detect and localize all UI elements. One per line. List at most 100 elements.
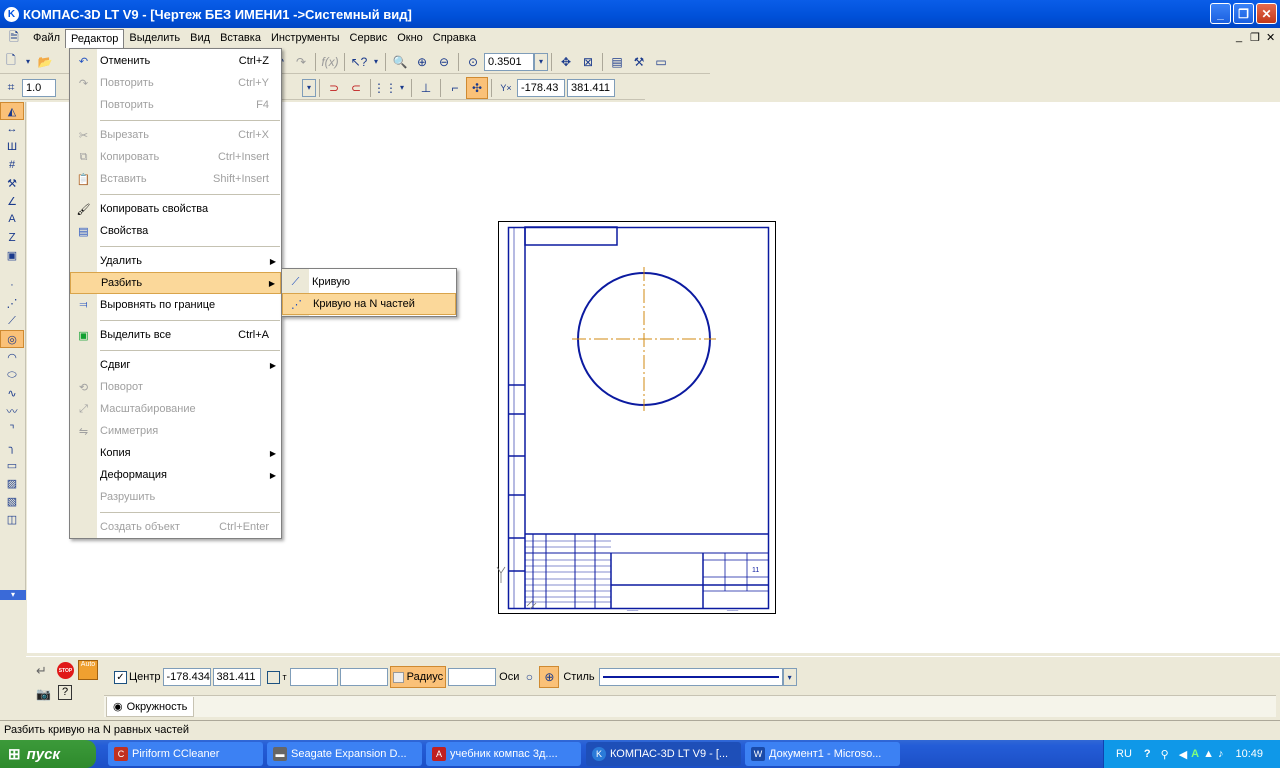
volume-icon[interactable]: ♪ [1218,748,1224,760]
task-pdf[interactable]: Aучебник компас 3д.... [426,742,581,766]
menu-item-repeat[interactable]: Повторить F4 [70,94,281,116]
help-dropdown-icon[interactable]: ▾ [370,51,382,73]
task-seagate[interactable]: ▬ Seagate Expansion D... [267,742,422,766]
menu-item-select-all[interactable]: ▣ Выделить все Ctrl+A [70,324,281,346]
edit-tool-icon[interactable]: # [0,156,24,174]
menu-file[interactable]: Файл [28,29,65,48]
segment-icon[interactable]: ⟋ [0,312,24,330]
menu-item-delete[interactable]: Удалить ▶ [70,250,281,272]
radius-field[interactable] [448,668,497,686]
radius-toggle[interactable]: Радиус [389,666,447,688]
menu-item-properties[interactable]: ▤ Свойства [70,220,281,242]
rectangle-icon[interactable]: ▭ [0,456,24,474]
menu-item-paste[interactable]: 📋 Вставить Shift+Insert [70,168,281,190]
menu-item-copy-properties[interactable]: 🖌 Копировать свойства [70,198,281,220]
enter-icon[interactable]: ↵ [36,663,47,679]
measure-tool-icon[interactable]: ∠ [0,192,24,210]
menu-item-copy-sub[interactable]: Копия ▶ [70,442,281,464]
redo-toolbar-icon[interactable]: ↷ [290,51,312,73]
menu-insert[interactable]: Вставка [215,29,266,48]
center-x-field[interactable]: -178.434 [162,668,211,686]
show-all-icon[interactable]: ⊠ [577,51,599,73]
menu-view[interactable]: Вид [185,29,215,48]
parametrize-tool-icon[interactable]: ⚒ [0,174,24,192]
menu-select[interactable]: Выделить [124,29,185,48]
zoom-out-icon[interactable]: ⊖ [433,51,455,73]
hatch-icon[interactable]: ▨ [0,474,24,492]
minimize-button[interactable]: _ [1210,3,1231,24]
magnet-icon[interactable]: ⊃ [323,77,345,99]
task-word[interactable]: W Документ1 - Microso... [745,742,900,766]
restore-button[interactable]: ❐ [1233,3,1254,24]
chamfer-icon[interactable]: ⌝ [0,420,24,438]
stop-button[interactable]: STOP [57,662,74,679]
toolbar-expand-icon[interactable]: ▾ [0,590,26,600]
geometry-tool-icon[interactable]: ◭ [0,102,24,120]
center-y-field[interactable]: 381.411 [212,668,261,686]
menu-item-undo[interactable]: ↶ Отменить Ctrl+Z [70,50,281,72]
spline-icon[interactable]: ∿ [0,384,24,402]
menu-item-redo[interactable]: ↷ Повторить Ctrl+Y [70,72,281,94]
step-cursor-icon[interactable]: ⌗ [0,77,22,99]
zoom-dropdown-icon[interactable]: ▾ [534,52,548,71]
layer-dropdown-icon[interactable]: ▾ [302,78,316,97]
point-x-field[interactable] [289,668,338,686]
report-tool-icon[interactable]: ▣ [0,246,24,264]
zoom-window-icon[interactable]: 🔍 [389,51,411,73]
menu-edit[interactable]: Редактор [65,29,125,48]
close-button[interactable]: ✕ [1256,3,1277,24]
step-field[interactable]: 1.0 [22,78,56,97]
antivirus-icon[interactable]: A [1191,748,1199,760]
menu-item-copy[interactable]: ⧉ Копировать Ctrl+Insert [70,146,281,168]
local-cs-icon[interactable]: ⊥ [415,77,437,99]
network-icon[interactable]: ⚲ [1161,748,1169,761]
snap-icon[interactable]: ⊂ [345,77,367,99]
zoom-field[interactable]: 0.3501 [484,52,534,71]
menu-item-destroy[interactable]: Разрушить [70,486,281,508]
coord-x-field[interactable]: -178.43 [517,78,565,97]
tools-icon[interactable]: ⚒ [628,51,650,73]
coord-y-field[interactable]: 381.411 [567,78,615,97]
task-ccleaner[interactable]: C Piriform CCleaner [108,742,263,766]
doc-close-button[interactable]: ✕ [1266,31,1275,44]
style-field[interactable] [598,668,783,686]
menu-item-deformation[interactable]: Деформация ▶ [70,464,281,486]
ortho-icon[interactable]: ⌐ [444,77,466,99]
new-dropdown-icon[interactable]: ▾ [22,51,34,73]
zoom-in-icon[interactable]: ⊕ [411,51,433,73]
tab-circle[interactable]: ◉ Окружность [106,697,195,717]
menu-help[interactable]: Справка [428,29,481,48]
task-kompas[interactable]: K КОМПАС-3D LT V9 - [... [586,742,741,766]
submenu-item-curve[interactable]: ⟋ Кривую [282,271,456,293]
menu-service[interactable]: Сервис [345,29,393,48]
grid-icon[interactable]: ⋮⋮ [373,77,397,99]
camera-icon[interactable]: 📷 [36,687,51,701]
refresh-icon[interactable]: ▤ [606,51,628,73]
doc-minimize-button[interactable]: _ [1236,31,1242,43]
designations-tool-icon[interactable]: Ш [0,138,24,156]
start-button[interactable]: ⊞ пуск [0,740,96,768]
menu-window[interactable]: Окно [392,29,428,48]
menu-item-align-border[interactable]: ⫤ Выровнять по границе [70,294,281,316]
fillet-icon[interactable]: ╮ [0,438,24,456]
style-dropdown-icon[interactable]: ▾ [782,668,797,686]
help-pointer-icon[interactable]: ↖? [348,51,370,73]
back-arrow-icon[interactable]: ◀ [1179,748,1187,761]
safely-remove-icon[interactable]: ▲ [1203,748,1214,760]
language-indicator[interactable]: RU [1116,748,1132,760]
polyline-icon[interactable]: 〰 [0,402,24,420]
submenu-item-curve-n-parts[interactable]: ⋰ Кривую на N частей [282,293,456,315]
contour-icon[interactable]: ◫ [0,510,24,528]
fx-icon[interactable]: f(x) [319,51,341,73]
zoom-scale-icon[interactable]: ⊙ [462,51,484,73]
help-tray-icon[interactable]: ? [1144,748,1151,760]
screen-icon[interactable]: ▭ [650,51,672,73]
round-icon[interactable]: ✣ [466,76,488,99]
open-icon[interactable]: 📂 [34,51,56,73]
fill-icon[interactable]: ▧ [0,492,24,510]
menu-item-split[interactable]: Разбить ▶ [70,272,281,294]
menu-item-symmetry[interactable]: ⇋ Симметрия [70,420,281,442]
menu-item-rotate[interactable]: ⟲ Поворот [70,376,281,398]
circle-tool-icon[interactable]: ◎ [0,330,24,348]
doc-restore-button[interactable]: ❐ [1250,31,1260,44]
